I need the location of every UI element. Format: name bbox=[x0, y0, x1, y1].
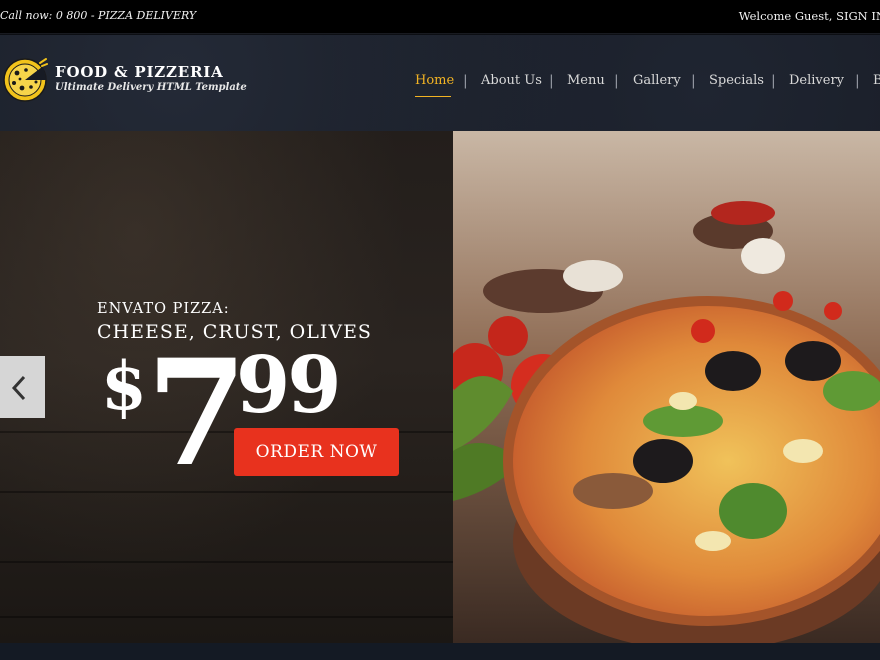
nav-menu[interactable]: Menu bbox=[567, 73, 605, 88]
price-main: 7 bbox=[146, 328, 248, 499]
nav-gallery[interactable]: Gallery bbox=[633, 73, 681, 88]
slide-kicker: ENVATO PIZZA: bbox=[97, 301, 230, 317]
nav-item-truncated[interactable]: B bbox=[873, 73, 880, 88]
chevron-left-icon bbox=[11, 375, 26, 401]
site-header: FOOD & PIZZERIA Ultimate Delivery HTML T… bbox=[0, 35, 880, 131]
nav-separator: | bbox=[463, 73, 468, 89]
nav-home[interactable]: Home bbox=[415, 73, 454, 88]
nav-active-underline bbox=[415, 96, 451, 97]
nav-delivery[interactable]: Delivery bbox=[789, 73, 844, 88]
nav-separator: | bbox=[771, 73, 776, 89]
price-currency: $ bbox=[101, 347, 147, 425]
nav-separator: | bbox=[691, 73, 696, 89]
nav-separator: | bbox=[855, 73, 860, 89]
wood-plank-line bbox=[0, 561, 453, 563]
brand-name[interactable]: FOOD & PIZZERIA bbox=[55, 63, 224, 81]
call-now-text: Call now: 0 800 - PIZZA DELIVERY bbox=[0, 9, 197, 22]
price-cents: 99 bbox=[236, 340, 342, 431]
hero-slider: ENVATO PIZZA: CHEESE, CRUST, OLIVES $ 7 … bbox=[0, 131, 880, 643]
nav-separator: | bbox=[549, 73, 554, 89]
wood-plank-line bbox=[0, 616, 453, 618]
nav-specials[interactable]: Specials bbox=[709, 73, 764, 88]
welcome-sign-in[interactable]: Welcome Guest, SIGN IN bbox=[739, 9, 880, 23]
nav-separator: | bbox=[614, 73, 619, 89]
order-now-button[interactable]: ORDER NOW bbox=[234, 428, 399, 476]
top-bar: Call now: 0 800 - PIZZA DELIVERY Welcome… bbox=[0, 0, 880, 34]
pizza-icon[interactable] bbox=[2, 57, 48, 103]
slider-prev-button[interactable] bbox=[0, 356, 45, 418]
bottom-strip bbox=[0, 643, 880, 660]
brand-tagline: Ultimate Delivery HTML Template bbox=[55, 82, 247, 93]
nav-about-us[interactable]: About Us bbox=[481, 73, 542, 88]
pizza-photo bbox=[453, 131, 880, 643]
